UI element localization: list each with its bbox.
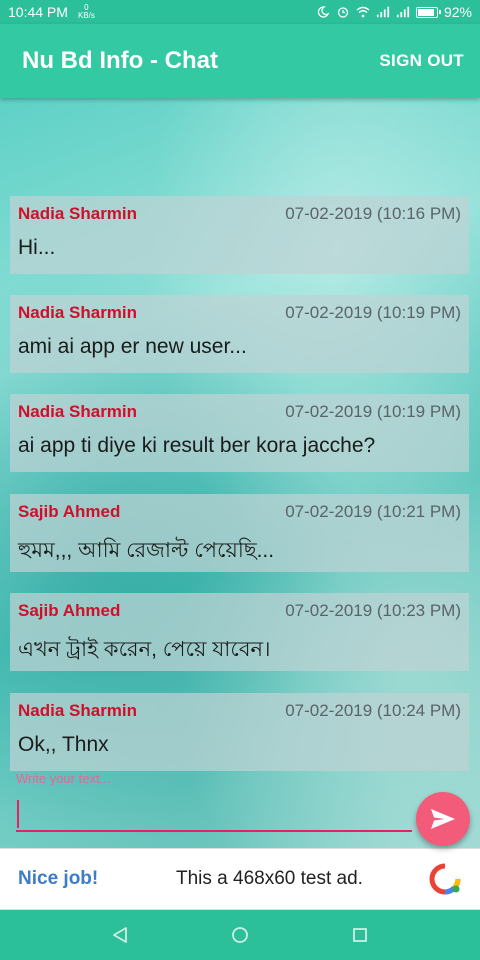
message-time: 07-02-2019 (10:24 PM) [285,701,461,720]
message-text: ai app ti diye ki result ber kora jacche… [18,434,376,457]
chat-message: Nadia Sharmin 07-02-2019 (10:24 PM) Ok,,… [10,693,469,771]
chat-list[interactable]: Nadia Sharmin 07-02-2019 (10:16 PM) Hi..… [0,98,480,848]
battery-icon [415,6,441,18]
send-button[interactable] [416,792,470,846]
sign-out-button[interactable]: SIGN OUT [379,51,464,71]
wifi-icon [356,6,370,18]
ad-banner[interactable]: Nice job! This a 468x60 test ad. [0,848,480,910]
alarm-icon [337,7,349,18]
signal-icon-2 [396,6,410,18]
chat-message: Sajib Ahmed 07-02-2019 (10:21 PM) হুমম,,… [10,494,469,572]
message-sender: Sajib Ahmed [18,601,121,620]
battery-percent: 92% [443,4,472,20]
chat-message: Nadia Sharmin 07-02-2019 (10:19 PM) ai a… [10,394,469,472]
chat-message: Nadia Sharmin 07-02-2019 (10:19 PM) ami … [10,295,469,373]
message-text: Hi... [18,236,56,259]
ad-text: This a 468x60 test ad. [176,868,363,889]
message-time: 07-02-2019 (10:21 PM) [285,502,461,521]
message-sender: Nadia Sharmin [18,402,138,421]
net-speed-unit: KB/s [77,11,95,20]
message-sender: Nadia Sharmin [18,701,138,720]
text-caret [17,800,19,828]
send-icon [431,809,455,829]
status-time: 10:44 PM [8,4,68,20]
message-input[interactable] [16,792,412,832]
message-text: হুমম,,, আমি রেজাল্ট পেয়েছি... [18,539,275,562]
nav-back-button[interactable] [110,925,130,945]
ad-nice-label: Nice job! [18,868,99,889]
message-sender: Nadia Sharmin [18,303,138,322]
message-text: Ok,, Thnx [18,733,109,756]
message-time: 07-02-2019 (10:23 PM) [285,601,461,620]
nav-recents-button[interactable] [350,925,370,945]
message-time: 07-02-2019 (10:16 PM) [285,204,461,223]
message-sender: Sajib Ahmed [18,502,121,521]
net-speed-indicator: 0 KB/s [78,4,95,20]
chat-message: Sajib Ahmed 07-02-2019 (10:23 PM) এখন ট্… [10,593,469,671]
back-triangle-icon [113,927,127,943]
status-bar: 10:44 PM 0 KB/s 92% [0,0,480,24]
app-bar: Nu Bd Info - Chat SIGN OUT [0,24,480,98]
nav-home-button[interactable] [230,925,250,945]
message-text: এখন ট্রাই করেন, পেয়ে যাবেন। [18,638,271,661]
message-time: 07-02-2019 (10:19 PM) [285,402,461,421]
ad-logo-icon [429,863,461,895]
message-text: ami ai app er new user... [18,335,247,358]
home-circle-icon [232,927,248,943]
chat-message: Nadia Sharmin 07-02-2019 (10:16 PM) Hi..… [10,196,469,274]
message-time: 07-02-2019 (10:19 PM) [285,303,461,322]
moon-icon [317,6,330,18]
signal-icon [376,6,390,18]
message-input-label: Write your text... [16,771,111,786]
message-sender: Nadia Sharmin [18,204,138,223]
recents-square-icon [353,928,367,942]
app-title: Nu Bd Info - Chat [22,47,218,74]
navigation-bar [0,910,480,960]
